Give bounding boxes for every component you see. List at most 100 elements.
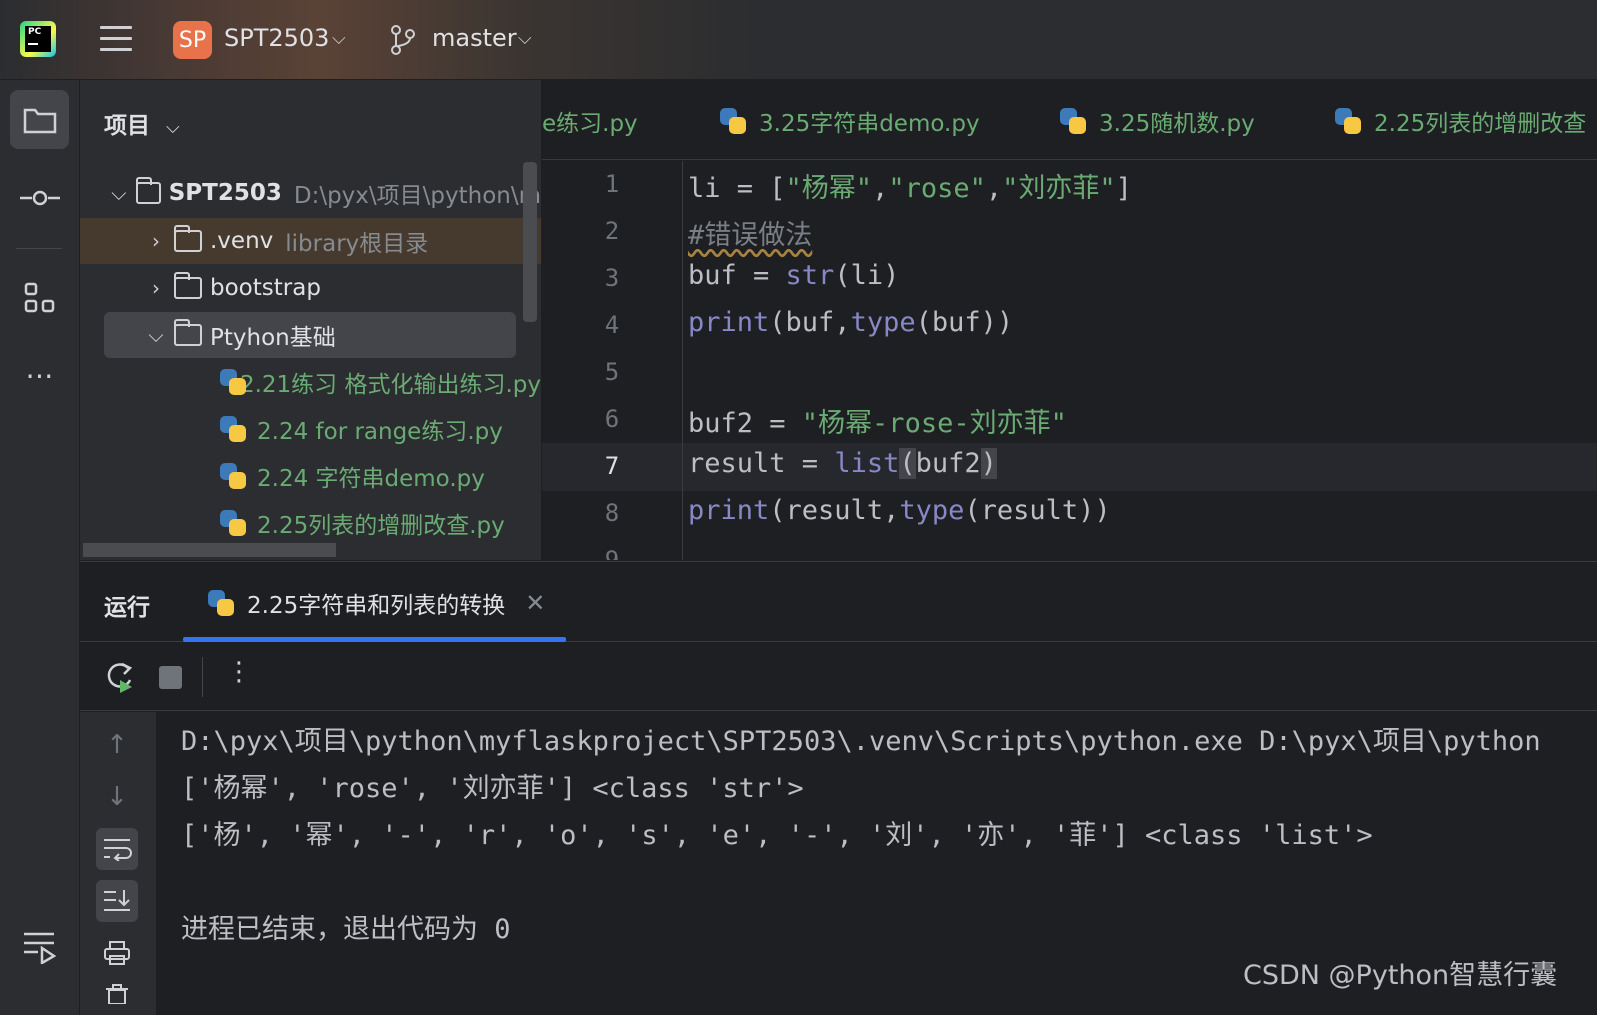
console-side-toolbar: ↑ ↓ — [80, 712, 156, 1015]
horizontal-scrollbar[interactable] — [83, 543, 336, 557]
python-file-icon — [220, 509, 247, 537]
python-file-icon — [720, 107, 747, 135]
line-number: 1 — [604, 170, 620, 198]
close-icon[interactable]: ✕ — [525, 589, 545, 617]
toolbar-divider — [202, 657, 203, 697]
folder-icon — [135, 177, 161, 204]
soft-wrap-icon[interactable] — [96, 828, 138, 870]
python-file-icon — [220, 462, 247, 490]
tree-item-label: Ptyhon基础 — [210, 325, 336, 351]
tree-item-label: bootstrap — [210, 275, 321, 301]
tree-item-venv[interactable]: › .venv library根目录 — [80, 218, 541, 264]
clear-console-icon[interactable] — [96, 984, 138, 1015]
scroll-to-end-icon[interactable] — [96, 880, 138, 922]
project-panel: 项目 ⌵ ⌵ SPT2503 D:\pyx\项目\python\m › .ven… — [80, 80, 541, 560]
tree-item-label: .venv — [210, 228, 274, 254]
print-icon[interactable] — [96, 932, 138, 974]
branch-name[interactable]: master — [432, 24, 517, 52]
code-line-8[interactable]: print(result,type(result)) — [688, 495, 1111, 526]
line-number-current: 7 — [604, 452, 620, 480]
chevron-down-icon[interactable]: ⌵ — [332, 28, 346, 49]
code-line-4[interactable]: print(buf,type(buf)) — [688, 307, 1013, 338]
tree-item-file[interactable]: 2.21练习 格式化输出练习.py — [80, 359, 541, 405]
gutter-divider — [682, 161, 683, 560]
chevron-down-icon[interactable]: ⌵ — [110, 181, 128, 205]
python-file-icon — [1060, 107, 1087, 135]
code-line-6[interactable]: buf2 = "杨幂-rose-刘亦菲" — [688, 401, 1067, 440]
tree-item-path: D:\pyx\项目\python\m — [293, 183, 541, 209]
tree-item-label: 2.21练习 格式化输出练习.py — [239, 372, 541, 398]
folder-icon — [174, 225, 202, 252]
tree-item-label: SPT2503 — [168, 180, 282, 206]
python-file-icon — [220, 368, 246, 396]
tree-item-file[interactable]: 2.24 for range练习.py — [80, 406, 541, 452]
title-bar: PC SP SPT2503 ⌵ master ⌵ — [0, 0, 1597, 80]
folder-icon — [174, 272, 202, 299]
tree-item-label: 2.24 字符串demo.py — [257, 466, 485, 492]
editor-tab[interactable]: 3.25字符串demo.py — [720, 104, 980, 138]
line-number: 3 — [604, 264, 620, 292]
code-line-7[interactable]: result = list(buf2) — [688, 448, 997, 479]
tree-item-file[interactable]: 2.24 字符串demo.py — [80, 453, 541, 499]
tree-item-root[interactable]: ⌵ SPT2503 D:\pyx\项目\python\m — [80, 170, 541, 216]
run-panel: 运行 2.25字符串和列表的转换 ✕ ⋮ ↑ ↓ D:\pyx\项目\pytho… — [80, 561, 1597, 1015]
chevron-down-icon[interactable]: ⌵ — [166, 117, 180, 138]
main-menu-icon[interactable] — [100, 26, 132, 54]
tree-item-bootstrap[interactable]: › bootstrap — [80, 265, 541, 311]
tab-label: 3.25随机数.py — [1099, 111, 1255, 137]
run-tab[interactable]: 2.25字符串和列表的转换 ✕ — [208, 586, 545, 620]
arrow-down-icon[interactable]: ↓ — [96, 776, 138, 818]
project-name[interactable]: SPT2503 — [224, 24, 329, 52]
project-panel-title[interactable]: 项目 ⌵ — [104, 106, 180, 140]
rerun-icon[interactable] — [104, 660, 136, 698]
tab-label: 2.25列表的增删改查 — [1374, 111, 1587, 137]
run-panel-title[interactable]: 运行 — [104, 588, 150, 622]
line-number: 4 — [604, 311, 620, 339]
python-file-icon — [220, 415, 247, 443]
tree-item-python-basics[interactable]: ⌵ Ptyhon基础 — [104, 312, 516, 358]
editor-tabs: e练习.py 3.25字符串demo.py 3.25随机数.py 2.25列表的… — [542, 80, 1597, 160]
code-line-2[interactable]: #错误做法 — [688, 213, 812, 252]
structure-icon[interactable] — [10, 268, 69, 327]
more-options-icon[interactable]: ⋮ — [226, 657, 252, 687]
pycharm-logo-icon[interactable]: PC — [20, 21, 56, 57]
chevron-down-icon[interactable]: ⌵ — [146, 323, 166, 347]
editor-tab[interactable]: e练习.py — [542, 104, 638, 138]
chevron-down-icon[interactable]: ⌵ — [518, 28, 532, 49]
run-list-icon[interactable] — [22, 930, 57, 968]
console-output-line[interactable]: ['杨', '幂', '-', 'r', 'o', 's', 'e', '-',… — [181, 813, 1373, 852]
stripe-divider — [16, 248, 62, 249]
tree-item-label: 2.24 for range练习.py — [257, 419, 503, 445]
line-number: 5 — [604, 358, 620, 386]
line-number: 8 — [604, 499, 620, 527]
folder-icon — [174, 319, 202, 346]
console-exit-message[interactable]: 进程已结束，退出代码为 0 — [181, 907, 511, 946]
watermark: CSDN @Python智慧行囊 — [1243, 960, 1558, 991]
active-tab-indicator — [183, 637, 566, 642]
console-output-line[interactable]: ['杨幂', 'rose', '刘亦菲'] <class 'str'> — [181, 766, 804, 805]
vertical-scrollbar[interactable] — [523, 162, 537, 322]
more-tools-icon[interactable]: ⋯ — [10, 346, 69, 405]
project-title-label: 项目 — [104, 113, 150, 139]
editor-tab[interactable]: 2.25列表的增删改查 — [1335, 104, 1586, 138]
code-line-3[interactable]: buf = str(li) — [688, 260, 899, 291]
project-folder-icon[interactable] — [10, 90, 69, 149]
code-line-1[interactable]: li = ["杨幂","rose","刘亦菲"] — [688, 166, 1132, 205]
stop-icon[interactable] — [159, 666, 182, 689]
console-output-line[interactable]: D:\pyx\项目\python\myflaskproject\SPT2503\… — [181, 719, 1541, 758]
logo-text: PC — [28, 27, 42, 37]
code-editor[interactable]: e练习.py 3.25字符串demo.py 3.25随机数.py 2.25列表的… — [542, 80, 1597, 560]
project-badge[interactable]: SP — [173, 21, 212, 59]
tree-item-file[interactable]: 2.25列表的增删改查.py — [80, 500, 541, 546]
run-toolbar: ⋮ — [80, 643, 1597, 711]
chevron-right-icon[interactable]: › — [146, 276, 166, 300]
tab-label: 3.25字符串demo.py — [759, 111, 980, 137]
commit-icon[interactable] — [10, 168, 69, 227]
arrow-up-icon[interactable]: ↑ — [96, 724, 138, 766]
editor-tab[interactable]: 3.25随机数.py — [1060, 104, 1255, 138]
git-branch-icon[interactable] — [390, 24, 416, 56]
line-number: 6 — [604, 405, 620, 433]
tree-item-hint: library根目录 — [285, 231, 429, 257]
python-file-icon — [1335, 107, 1362, 135]
chevron-right-icon[interactable]: › — [146, 229, 166, 253]
